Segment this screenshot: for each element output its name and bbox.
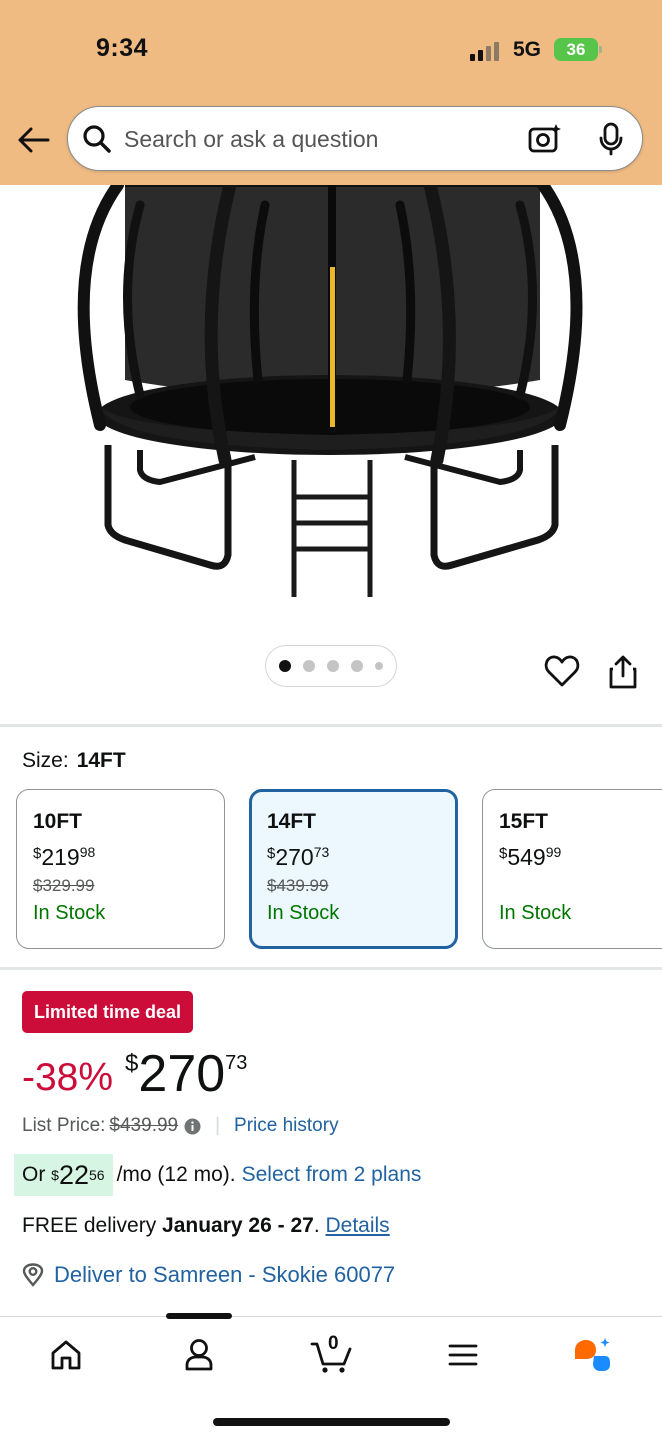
location-text[interactable]: Deliver to Samreen - Skokie 60077 <box>54 1262 395 1288</box>
image-dot[interactable] <box>375 662 383 670</box>
discount-percent: -38% <box>22 1056 114 1099</box>
location-pin-icon <box>22 1263 44 1287</box>
size-option-stock: In Stock <box>499 902 572 924</box>
price-history-link[interactable]: Price history <box>234 1115 339 1137</box>
size-option-14ft[interactable]: 14FT $27073 $439.99 In Stock <box>249 789 458 949</box>
list-price-row: List Price: $439.99 | Price history <box>22 1115 339 1137</box>
deal-badge: Limited time deal <box>22 991 194 1033</box>
nav-menu[interactable] <box>443 1335 483 1375</box>
home-icon <box>51 1340 81 1370</box>
size-option-15ft[interactable]: 15FT $54999 In Stock <box>482 789 662 949</box>
size-option-name: 10FT <box>33 810 83 833</box>
section-divider <box>0 724 662 727</box>
nav-rufus[interactable] <box>572 1335 612 1375</box>
size-option-price: $27073 <box>267 844 330 870</box>
nav-account[interactable] <box>179 1335 219 1375</box>
back-arrow-icon <box>18 127 50 153</box>
delivery-prefix: FREE delivery <box>22 1214 163 1237</box>
image-dot-active[interactable] <box>279 660 291 672</box>
size-option-list-price: $329.99 <box>33 876 95 895</box>
size-option-stock: In Stock <box>33 902 106 924</box>
size-option-name: 15FT <box>499 810 549 833</box>
size-selected-value: 14FT <box>76 749 126 772</box>
image-dot[interactable] <box>351 660 363 672</box>
nav-active-indicator <box>166 1313 232 1319</box>
share-icon[interactable] <box>606 654 640 690</box>
section-divider <box>0 967 662 970</box>
search-bar[interactable] <box>67 106 643 171</box>
size-option-name: 14FT <box>267 810 317 833</box>
image-dot[interactable] <box>327 660 339 672</box>
current-price: $270 73 <box>125 1045 248 1103</box>
search-input[interactable] <box>124 121 504 157</box>
list-price-label: List Price: <box>22 1115 106 1136</box>
battery-indicator: 36 <box>554 38 602 61</box>
delivery-row: FREE delivery January 26 - 27. Details <box>22 1214 390 1237</box>
monthly-amount-chip: Or $22 56 <box>14 1154 113 1196</box>
camera-search-icon[interactable] <box>528 123 562 155</box>
size-option-stock: In Stock <box>267 902 340 924</box>
signal-icon <box>470 41 502 61</box>
rufus-ai-icon <box>575 1338 610 1371</box>
delivery-dates: January 26 - 27 <box>162 1214 314 1237</box>
monthly-suffix: /mo (12 mo). <box>116 1163 236 1186</box>
select-plans-link[interactable]: Select from 2 plans <box>242 1163 422 1187</box>
status-time: 9:34 <box>96 34 149 62</box>
network-type: 5G <box>513 38 542 61</box>
image-pagination[interactable] <box>265 645 397 687</box>
monthly-payment-row: Or $22 56 /mo (12 mo). Select from 2 plan… <box>14 1154 422 1196</box>
size-option-list-price <box>499 876 662 900</box>
size-option-10ft[interactable]: 10FT $21998 $329.99 In Stock <box>16 789 225 949</box>
nav-home[interactable] <box>46 1335 86 1375</box>
image-dot[interactable] <box>303 660 315 672</box>
list-price-value: $439.99 <box>109 1115 179 1136</box>
separator: | <box>215 1115 221 1136</box>
size-option-price: $21998 <box>33 844 96 870</box>
size-caption: Size: <box>22 749 69 772</box>
menu-icon <box>448 1344 478 1366</box>
price-row: -38% $270 73 <box>22 1044 247 1108</box>
nav-cart[interactable]: 0 <box>308 1333 356 1375</box>
search-icon <box>83 125 111 153</box>
header: 9:34 5G 36 <box>0 0 662 185</box>
battery-level: 36 <box>566 39 586 59</box>
deliver-to-location[interactable]: Deliver to Samreen - Skokie 60077 <box>22 1262 395 1288</box>
cart-count: 0 <box>328 1333 339 1354</box>
size-option-price: $54999 <box>499 844 562 870</box>
delivery-details-link[interactable]: Details <box>325 1214 389 1237</box>
heart-icon[interactable] <box>544 654 580 688</box>
home-indicator[interactable] <box>213 1418 450 1426</box>
product-image[interactable] <box>0 185 662 625</box>
size-label: Size: 14FT <box>22 749 126 773</box>
back-button[interactable] <box>16 122 52 158</box>
account-icon <box>185 1339 213 1371</box>
info-icon[interactable] <box>184 1118 201 1135</box>
size-option-list-price: $439.99 <box>267 876 329 895</box>
microphone-icon[interactable] <box>598 122 624 156</box>
